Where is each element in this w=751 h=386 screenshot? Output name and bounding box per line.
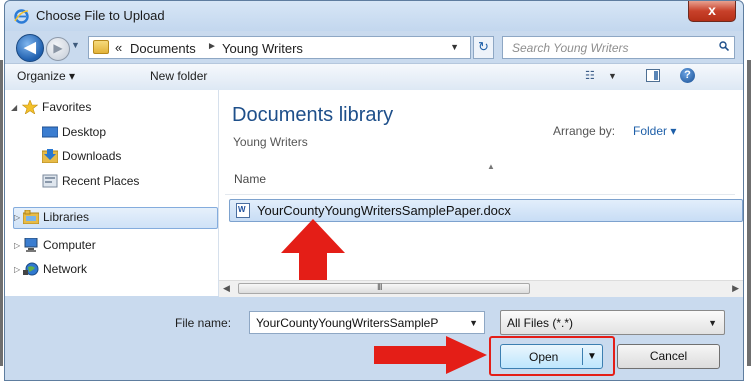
recent-locations-dropdown[interactable]: ▼ — [71, 40, 80, 50]
file-list-pane: Documents library Young Writers Arrange … — [219, 90, 743, 296]
sort-ascending-icon: ▲ — [487, 162, 495, 171]
sidebar-item-network[interactable]: Network — [23, 262, 88, 276]
scrollbar-thumb[interactable]: III — [238, 282, 530, 294]
back-arrow-icon: ◀ — [24, 39, 36, 56]
command-bar: Organize ▾ New folder ☷ ▼ ? — [5, 63, 743, 91]
arrange-by-label: Arrange by: — [553, 124, 616, 138]
breadcrumb-young-writers[interactable]: Young Writers — [222, 41, 303, 56]
annotation-right-arrow — [374, 336, 487, 374]
address-dropdown-icon[interactable]: ▼ — [450, 42, 459, 52]
library-subtitle: Young Writers — [233, 135, 308, 149]
close-button[interactable]: x — [688, 1, 736, 22]
sidebar-item-libraries[interactable]: Libraries — [23, 210, 90, 224]
search-input[interactable]: Search Young Writers — [502, 36, 735, 59]
sidebar-item-favorites[interactable]: Favorites — [22, 100, 92, 114]
network-icon — [23, 262, 39, 276]
expand-libraries-icon[interactable]: ▷ — [14, 213, 20, 222]
help-icon[interactable]: ? — [680, 68, 695, 83]
preview-pane-icon[interactable] — [646, 69, 660, 82]
column-header-name[interactable]: Name — [234, 172, 266, 186]
refresh-icon: ↻ — [478, 39, 489, 54]
breadcrumb-documents[interactable]: Documents — [130, 41, 196, 56]
internet-explorer-icon — [14, 9, 29, 24]
title-bar[interactable]: Choose File to Upload x — [5, 1, 743, 31]
window-title: Choose File to Upload — [36, 8, 165, 23]
refresh-button[interactable]: ↻ — [473, 36, 494, 59]
file-name-label: File name: — [175, 316, 232, 330]
sidebar-item-label: Libraries — [43, 210, 90, 224]
address-bar[interactable]: « Documents ► Young Writers ▼ — [88, 36, 471, 59]
file-name-input[interactable]: YourCountyYoungWritersSampleP ▼ — [249, 311, 485, 334]
file-type-value: All Files (*.*) — [507, 316, 574, 330]
search-icon[interactable] — [719, 41, 729, 51]
breadcrumb-separator[interactable]: ► — [207, 41, 217, 52]
word-document-icon — [236, 203, 250, 218]
split-divider — [582, 348, 583, 365]
library-title: Documents library — [232, 104, 394, 126]
sidebar-item-label: Downloads — [62, 149, 122, 163]
file-type-select[interactable]: All Files (*.*) ▼ — [500, 310, 725, 335]
recent-places-icon — [42, 174, 58, 188]
desktop-icon — [42, 126, 58, 138]
libraries-icon — [23, 210, 39, 224]
sidebar-item-recent-places[interactable]: Recent Places — [42, 174, 140, 188]
downloads-icon — [42, 149, 58, 163]
computer-icon — [24, 238, 38, 252]
sidebar-item-label: Network — [43, 262, 88, 276]
scroll-left-icon[interactable]: ◀ — [223, 283, 230, 294]
file-dialog: Choose File to Upload x ◀ ▶ ▼ « Document… — [4, 0, 744, 381]
file-name-value: YourCountyYoungWritersSampleP — [256, 316, 439, 330]
view-options-icon[interactable]: ☷ — [585, 69, 595, 82]
sidebar-item-computer[interactable]: Computer — [24, 238, 96, 252]
column-divider — [225, 194, 735, 195]
open-options-dropdown-icon[interactable]: ▼ — [587, 351, 597, 362]
forward-button[interactable]: ▶ — [46, 37, 70, 61]
sidebar-item-downloads[interactable]: Downloads — [42, 149, 122, 163]
forward-arrow-icon: ▶ — [53, 41, 63, 55]
sidebar-item-label: Computer — [43, 238, 96, 252]
view-options-dropdown[interactable]: ▼ — [608, 71, 617, 81]
cancel-button[interactable]: Cancel — [617, 344, 720, 369]
star-icon — [22, 100, 38, 114]
sidebar-item-label: Recent Places — [62, 174, 140, 188]
breadcrumb-overflow[interactable]: « — [115, 40, 122, 55]
page-edge-left — [0, 60, 3, 366]
chevron-down-icon: ▼ — [708, 318, 717, 328]
expand-computer-icon[interactable]: ▷ — [14, 241, 20, 250]
file-name: YourCountyYoungWritersSamplePaper.docx — [257, 203, 511, 218]
sidebar-item-desktop[interactable]: Desktop — [42, 125, 107, 139]
scrollbar-grip: III — [377, 282, 382, 292]
search-placeholder: Search Young Writers — [512, 41, 629, 55]
open-button[interactable]: Open ▼ — [500, 344, 603, 369]
folder-icon — [93, 40, 109, 54]
collapse-favorites-icon[interactable]: ◢ — [11, 103, 17, 112]
open-button-label: Open — [529, 350, 559, 364]
sidebar-item-label: Favorites — [42, 100, 92, 114]
expand-network-icon[interactable]: ▷ — [14, 265, 20, 274]
page-edge-right — [747, 60, 751, 366]
chevron-down-icon[interactable]: ▼ — [469, 318, 478, 328]
arrange-by-dropdown[interactable]: Folder ▾ — [633, 124, 676, 138]
organize-menu[interactable]: Organize ▾ — [17, 69, 75, 83]
navigation-pane: ◢ Favorites Desktop Downloads Recent Pla… — [5, 90, 219, 296]
horizontal-scrollbar[interactable]: ◀ III ▶ — [219, 280, 743, 297]
scroll-right-icon[interactable]: ▶ — [732, 283, 739, 294]
sidebar-item-label: Desktop — [62, 125, 107, 139]
new-folder-button[interactable]: New folder — [150, 69, 207, 83]
back-button[interactable]: ◀ — [16, 34, 44, 62]
